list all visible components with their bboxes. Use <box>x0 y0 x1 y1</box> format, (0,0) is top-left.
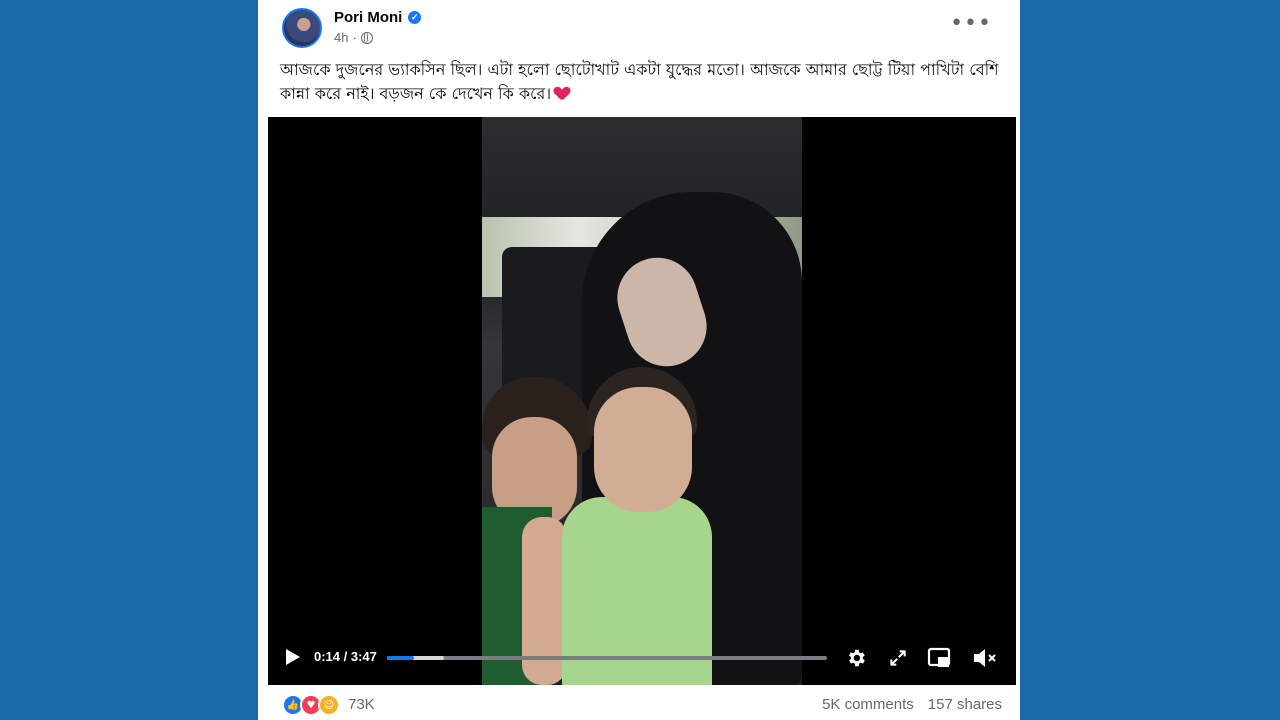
globe-icon <box>360 31 373 44</box>
video-player[interactable]: 0:14 / 3:47 <box>268 117 1016 685</box>
shares-count[interactable]: 157 shares <box>928 696 1002 713</box>
video-controls: 0:14 / 3:47 <box>268 635 1016 685</box>
caption-text: আজকে দুজনের ভ্যাকসিন ছিল। এটা হলো ছোটোখা… <box>280 60 999 103</box>
post-stats: 5K comments 157 shares <box>822 696 1002 713</box>
seek-progress <box>387 656 415 660</box>
mute-icon[interactable] <box>972 645 998 671</box>
author-name[interactable]: Pori Moni <box>334 9 402 26</box>
care-icon: ☺ <box>318 694 340 716</box>
post-author[interactable]: Pori Moni ✓ <box>334 9 422 26</box>
reaction-count[interactable]: 73K <box>348 696 375 713</box>
pip-icon[interactable] <box>926 645 952 671</box>
play-icon[interactable] <box>286 649 300 665</box>
post-meta: 4h · <box>334 30 373 45</box>
meta-separator: · <box>352 30 357 45</box>
reaction-icons[interactable]: 👍 ♥ ☺ <box>282 694 340 716</box>
post-inner: Pori Moni ✓ 4h · ••• আজকে দুজনের ভ্যাকসি… <box>268 0 1016 720</box>
video-time: 0:14 / 3:47 <box>314 649 377 664</box>
verified-icon: ✓ <box>408 11 422 24</box>
baby-face <box>594 387 692 512</box>
heart-emoji-icon <box>555 87 569 101</box>
post-card: Pori Moni ✓ 4h · ••• আজকে দুজনের ভ্যাকসি… <box>258 0 1020 720</box>
more-icon[interactable]: ••• <box>950 13 992 35</box>
post-time[interactable]: 4h <box>334 30 348 45</box>
seek-bar[interactable] <box>387 656 827 660</box>
fullscreen-icon[interactable] <box>885 645 911 671</box>
avatar[interactable] <box>282 8 322 48</box>
settings-icon[interactable] <box>843 645 869 671</box>
comments-count[interactable]: 5K comments <box>822 696 914 713</box>
video-frame <box>482 117 802 685</box>
post-caption: আজকে দুজনের ভ্যাকসিন ছিল। এটা হলো ছোটোখা… <box>280 58 1000 106</box>
